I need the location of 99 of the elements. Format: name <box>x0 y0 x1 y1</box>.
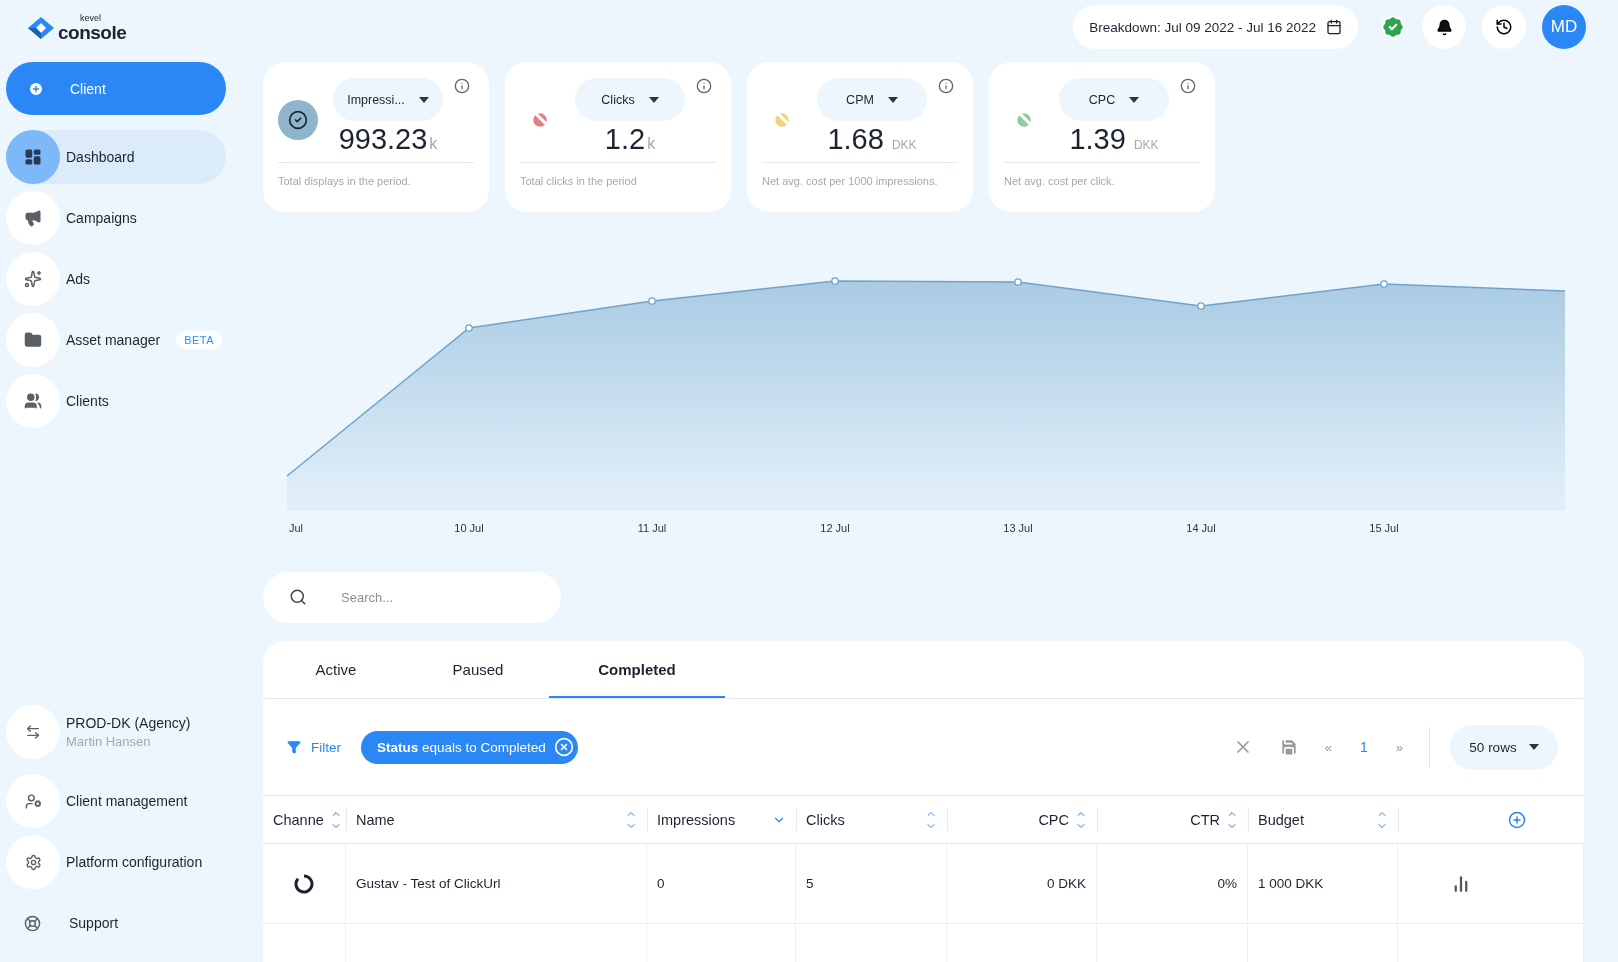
nav-item[interactable]: Client management <box>6 774 226 828</box>
tab[interactable]: Completed <box>549 641 725 698</box>
kpi-description: Total displays in the period. <box>278 175 412 187</box>
history-icon <box>1495 18 1513 36</box>
kpi-value: 1.2 <box>604 123 646 156</box>
nav-item[interactable]: Ads <box>6 252 226 306</box>
data-point <box>465 324 473 332</box>
column-header[interactable]: CPC <box>947 795 1097 844</box>
remove-filter-button[interactable] <box>553 737 574 757</box>
info-icon[interactable] <box>454 78 470 94</box>
info-icon[interactable] <box>1180 78 1196 94</box>
metric-dropdown[interactable]: Clicks <box>575 78 685 121</box>
search-field[interactable]: Search... <box>263 572 561 623</box>
filter-chip[interactable]: Status equals to Completed <box>361 730 578 764</box>
data-point <box>648 297 656 305</box>
settings-icon <box>24 853 42 871</box>
caret-icon <box>418 96 429 103</box>
filter-icon <box>287 740 301 754</box>
page-number[interactable]: 1 <box>1351 739 1376 755</box>
search-icon <box>289 588 307 606</box>
column-header[interactable]: Clicks <box>796 795 947 844</box>
nav-item[interactable]: Campaigns <box>6 191 226 245</box>
tab[interactable]: Active <box>265 641 407 698</box>
rows-per-page-dropdown[interactable]: 50 rows <box>1450 724 1558 770</box>
account-switcher[interactable]: PROD-DK (Agency) Martin Hansen <box>6 705 226 759</box>
kpi-unit: DKK <box>891 138 917 152</box>
axis-label: 14 Jul <box>1186 522 1216 534</box>
account-name: PROD-DK (Agency) <box>66 715 191 731</box>
info-icon[interactable] <box>938 78 954 94</box>
column-header[interactable]: CTR <box>1097 795 1248 844</box>
kpi-description: Net avg. cost per click. <box>1004 175 1116 187</box>
table-cell: 5 <box>796 844 947 924</box>
info-icon[interactable] <box>696 78 712 94</box>
nav-item[interactable]: Dashboard <box>6 130 226 184</box>
metric-dropdown[interactable]: CPC <box>1059 78 1169 121</box>
table-cell: 1 000 DKK <box>1248 844 1398 924</box>
table-cell: 0 <box>647 844 796 924</box>
caret-icon <box>1129 96 1140 103</box>
sparkles-icon <box>24 270 42 288</box>
kpi-unit: k <box>429 135 438 153</box>
kpi-value: 993.23 <box>338 123 428 156</box>
plus-icon <box>28 80 44 97</box>
logo-name: console <box>58 23 127 42</box>
axis-label: 11 Jul <box>637 522 667 534</box>
data-point <box>1014 278 1022 286</box>
kpi-value: 1.68 <box>827 123 884 156</box>
filter-button[interactable]: Filter <box>281 738 347 756</box>
kpi-unit: DKK <box>1133 138 1159 152</box>
loading-ring-icon <box>294 873 314 894</box>
date-range-button[interactable]: Breakdown: Jul 09 2022 - Jul 16 2022 <box>1073 5 1358 49</box>
history-button[interactable] <box>1482 5 1526 49</box>
folder-icon <box>24 331 42 349</box>
table-cell: 0% <box>1097 844 1248 924</box>
users-icon <box>24 392 42 410</box>
megaphone-icon <box>24 209 42 227</box>
swap-icon <box>25 724 41 740</box>
nav-item[interactable]: Clients <box>6 374 226 428</box>
nav-item[interactable]: Support <box>6 896 262 950</box>
beta-badge: BETA <box>176 331 223 349</box>
check-circle-icon[interactable] <box>278 100 318 140</box>
logo-small-text: kevel <box>80 14 102 23</box>
calendar-icon <box>1326 19 1342 35</box>
caret-icon <box>1528 744 1539 750</box>
add-column-icon[interactable] <box>1508 810 1526 829</box>
metric-dropdown[interactable]: Impressi... <box>333 78 443 121</box>
metric-dropdown[interactable]: CPM <box>817 78 927 121</box>
column-header[interactable]: Budget <box>1248 795 1398 844</box>
kpi-unit: k <box>647 135 656 153</box>
user-name: Martin Hansen <box>66 734 152 749</box>
nav-item[interactable]: Platform configuration <box>6 835 226 889</box>
column-header[interactable]: Name <box>346 795 647 844</box>
nav-item[interactable]: Asset manager BETA <box>6 313 226 367</box>
kpi-description: Net avg. cost per 1000 impressions. <box>762 175 939 187</box>
caret-icon <box>648 96 659 103</box>
axis-label: 10 Jul <box>454 522 484 534</box>
table-cell: Gustav - Test of ClickUrl <box>346 844 647 924</box>
column-header[interactable]: Channe <box>263 795 346 844</box>
axis-label: Jul <box>289 522 304 534</box>
client-button[interactable]: Client <box>6 62 226 115</box>
dashboard-icon <box>24 148 42 166</box>
caret-icon <box>887 96 898 103</box>
kpi-value: 1.39 <box>1069 123 1126 156</box>
lifebuoy-icon <box>24 914 41 932</box>
user-avatar[interactable]: MD <box>1542 5 1586 49</box>
axis-label: 13 Jul <box>1003 522 1033 534</box>
bell-icon <box>1435 18 1453 36</box>
data-point <box>1197 302 1205 310</box>
axis-label: 12 Jul <box>820 522 850 534</box>
verified-badge-icon <box>1380 14 1406 40</box>
data-point <box>831 277 839 285</box>
tab[interactable]: Paused <box>407 641 549 698</box>
axis-label: 15 Jul <box>1369 522 1399 534</box>
kpi-description: Total clicks in the period <box>520 175 638 187</box>
logo-icon <box>28 17 54 39</box>
data-point <box>1380 280 1388 288</box>
user-gear-icon <box>24 792 42 810</box>
column-header[interactable]: Impressions <box>647 795 796 844</box>
notifications-button[interactable] <box>1422 5 1466 49</box>
table-cell: 0 DKK <box>947 844 1097 924</box>
